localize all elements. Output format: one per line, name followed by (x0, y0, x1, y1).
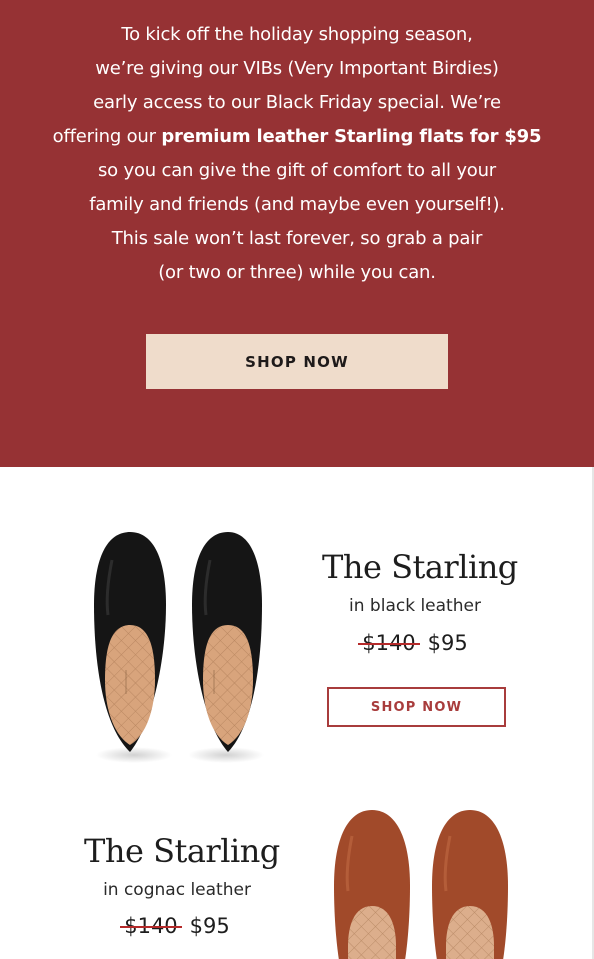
hero-line: offering our premium leather Starling fl… (40, 120, 554, 154)
sale-price: $95 (189, 914, 230, 938)
cognac-starling-flats-image[interactable] (326, 806, 516, 959)
hero-line: we’re giving our VIBs (Very Important Bi… (95, 58, 499, 79)
hero-banner: To kick off the holiday shopping season,… (0, 0, 594, 467)
hero-line: early access to our Black Friday special… (93, 92, 501, 113)
product-subtitle: in cognac leather (103, 880, 251, 900)
hero-offer-highlight: premium leather Starling flats for $95 (161, 126, 542, 147)
hero-line: so you can give the gift of comfort to a… (98, 160, 496, 181)
price-row: $140 $95 (84, 914, 270, 938)
sale-price: $95 (427, 631, 468, 655)
price-row: $140 $95 (322, 631, 508, 655)
hero-line: (or two or three) while you can. (158, 262, 436, 283)
hero-line-text: offering our (52, 126, 162, 147)
hero-shop-now-button[interactable]: SHOP NOW (146, 334, 448, 389)
hero-copy: To kick off the holiday shopping season,… (40, 18, 554, 290)
hero-line: family and friends (and maybe even yours… (89, 194, 505, 215)
black-starling-flats-image[interactable] (86, 520, 276, 770)
black-starling-shop-now-button[interactable]: SHOP NOW (327, 687, 506, 727)
original-price: $140 (358, 631, 421, 655)
hero-line: This sale won’t last forever, so grab a … (111, 228, 483, 249)
original-price: $140 (120, 914, 183, 938)
product-title: The Starling (322, 548, 518, 586)
hero-line: To kick off the holiday shopping season, (121, 24, 473, 45)
product-subtitle: in black leather (349, 596, 481, 616)
product-title: The Starling (84, 832, 280, 870)
